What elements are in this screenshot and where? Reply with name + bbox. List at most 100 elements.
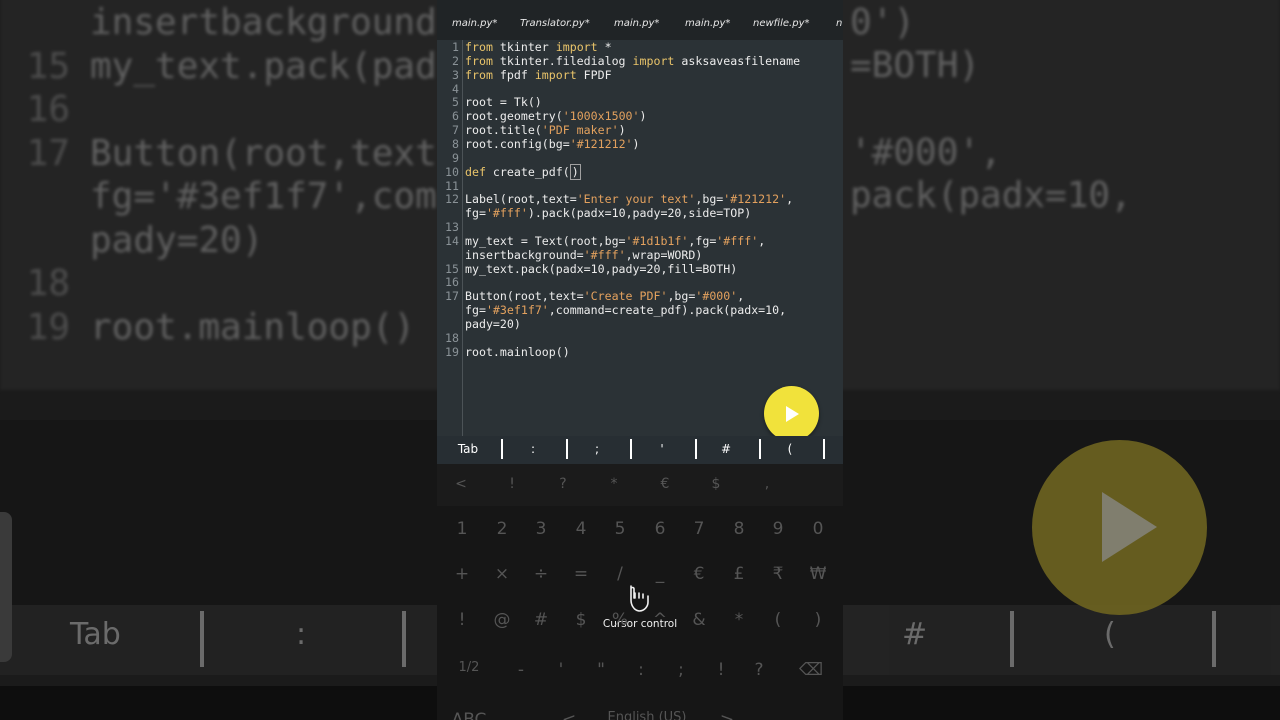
line-number: 12 bbox=[445, 192, 459, 207]
tab-file[interactable]: Translator.py* bbox=[520, 18, 590, 29]
bg-code-text-right: '#000', bbox=[850, 132, 1002, 173]
keyboard-key[interactable]: ! bbox=[492, 476, 532, 492]
symbol-separator bbox=[630, 439, 632, 459]
keyboard-key[interactable]: - bbox=[501, 660, 541, 680]
keyboard-key[interactable]: ÷ bbox=[521, 564, 561, 584]
keyboard-key[interactable]: 7 bbox=[679, 519, 719, 539]
code-token: my_text.pack(padx=10,pady=20,fill=BOTH) bbox=[465, 261, 738, 276]
keyboard-key[interactable]: 1/2 bbox=[449, 660, 489, 675]
bg-code-text: Button(root,text bbox=[90, 132, 437, 174]
symbol-separator bbox=[695, 439, 697, 459]
keyboard-key[interactable]: 4 bbox=[561, 519, 601, 539]
keyboard-key[interactable]: 3 bbox=[521, 519, 561, 539]
keyboard-key[interactable]: 1 bbox=[442, 519, 482, 539]
keyboard-key[interactable]: & bbox=[679, 610, 719, 630]
symbol-separator bbox=[823, 439, 825, 459]
keyboard-key[interactable]: ABC bbox=[449, 710, 489, 720]
symbol-key[interactable]: Tab bbox=[448, 442, 488, 456]
keyboard-key[interactable]: × bbox=[482, 564, 522, 584]
keyboard-key[interactable]: $ bbox=[696, 476, 736, 492]
keyboard-key[interactable]: ' bbox=[541, 660, 581, 680]
keyboard-key[interactable]: + bbox=[442, 564, 482, 584]
code-text: root.geometry('1000x1500') bbox=[465, 109, 647, 123]
keyboard-key[interactable]: / bbox=[600, 564, 640, 584]
keyboard-key[interactable]: ! bbox=[442, 610, 482, 630]
keyboard-key[interactable]: 9 bbox=[758, 519, 798, 539]
keyboard-key[interactable]: < bbox=[549, 710, 589, 720]
bg-code-line: 19 root.mainloop() bbox=[0, 307, 415, 348]
keyboard-key[interactable]: ₩ bbox=[798, 564, 838, 584]
keyboard-key[interactable]: = bbox=[561, 564, 601, 584]
keyboard-key[interactable]: ⌫ bbox=[791, 660, 831, 680]
keyboard-key[interactable]: ! bbox=[701, 660, 741, 680]
code-token: create_pdf( bbox=[485, 164, 570, 179]
keyboard-key[interactable]: $ bbox=[561, 610, 601, 630]
keyboard-key[interactable]: ; bbox=[661, 660, 701, 680]
code-token: ).pack(padx=10,pady=20,side=TOP) bbox=[527, 206, 752, 221]
keyboard-key[interactable]: 5 bbox=[600, 519, 640, 539]
tab-file[interactable]: newfile.py* bbox=[753, 18, 810, 29]
code-editor[interactable]: 1 from tkinter import * 2 from tkinter.file… bbox=[437, 40, 843, 436]
symbol-key[interactable]: ( bbox=[770, 442, 810, 456]
keyboard-key[interactable]: % bbox=[600, 610, 640, 630]
keyboard-key[interactable]: " bbox=[581, 660, 621, 680]
string-token: '#fff' bbox=[583, 247, 626, 262]
keyboard: Cursor control <!? * € $, 1 2 3 4 5 6 7 8 9 0 + × ÷ = / _ € £… bbox=[437, 464, 843, 720]
keyboard-key[interactable]: ₹ bbox=[758, 564, 798, 584]
keyboard-key[interactable]: 8 bbox=[719, 519, 759, 539]
keyboard-key[interactable]: * bbox=[594, 476, 634, 492]
keyboard-key[interactable]: ? bbox=[739, 660, 779, 680]
line-number: 1 bbox=[452, 40, 459, 54]
code-token: tkinter.filedialog bbox=[492, 53, 633, 68]
bg-separator bbox=[1212, 611, 1216, 667]
code-token: ) bbox=[569, 163, 581, 180]
bg-code-line: pady=20) bbox=[0, 220, 263, 261]
keyboard-key[interactable]: ) bbox=[798, 610, 838, 630]
keyboard-key[interactable]: ^ bbox=[640, 610, 680, 630]
keyboard-key[interactable]: @ bbox=[482, 610, 522, 630]
code-text: root.title('PDF maker') bbox=[465, 123, 626, 137]
bg-code-line: 17 Button(root,text bbox=[0, 133, 437, 174]
code-token: fpdf bbox=[492, 67, 535, 82]
keyboard-key[interactable]: ? bbox=[543, 476, 583, 492]
keyboard-key[interactable]: 6 bbox=[640, 519, 680, 539]
symbol-key[interactable]: : bbox=[513, 442, 553, 456]
run-button[interactable] bbox=[764, 386, 819, 441]
line-number: 14 bbox=[445, 233, 459, 248]
symbol-key[interactable]: ; bbox=[577, 442, 617, 456]
symbol-key[interactable]: ' bbox=[642, 442, 682, 456]
keyboard-key[interactable]: £ bbox=[719, 564, 759, 584]
symbol-bar: Tab:; ' # ( bbox=[437, 436, 843, 464]
string-token: '#000' bbox=[695, 289, 738, 304]
tab-file[interactable]: main.py* bbox=[685, 18, 730, 29]
keyword-token: from bbox=[465, 40, 493, 54]
line-number: 7 bbox=[452, 123, 459, 138]
keyboard-key[interactable]: English (US) bbox=[597, 710, 697, 720]
keyboard-key[interactable]: : bbox=[621, 660, 661, 680]
keyboard-key[interactable]: # bbox=[521, 610, 561, 630]
keyboard-key[interactable]: , bbox=[747, 476, 787, 492]
keyboard-key[interactable]: € bbox=[679, 564, 719, 584]
symbol-key[interactable]: # bbox=[706, 442, 746, 456]
keyboard-key[interactable]: 2 bbox=[482, 519, 522, 539]
keyboard-key[interactable]: € bbox=[645, 476, 685, 492]
bg-code-text: insertbackground bbox=[90, 2, 437, 43]
line-number: 3 bbox=[452, 67, 459, 82]
string-token: '#3ef1f7' bbox=[485, 303, 549, 318]
code-token: ,bg= bbox=[667, 289, 696, 304]
code-token: pady=20) bbox=[465, 317, 521, 331]
file-tabs: main.py* Translator.py* main.py* main.py* ne… bbox=[437, 0, 843, 40]
keyboard-key[interactable]: * bbox=[719, 610, 759, 630]
keyboard-key[interactable]: < bbox=[441, 476, 481, 492]
code-text: insertbackground='#fff',wrap=WORD) bbox=[465, 248, 702, 262]
keyboard-key[interactable]: . bbox=[787, 710, 827, 720]
tab-file[interactable]: main.py* bbox=[452, 18, 497, 29]
bg-code-line: 15 my_text.pack(pad bbox=[0, 46, 437, 87]
tab-file[interactable]: main.py* bbox=[614, 18, 659, 29]
tab-file[interactable]: n bbox=[836, 18, 842, 29]
keyboard-key[interactable]: ( bbox=[758, 610, 798, 630]
keyboard-key[interactable]: 0 bbox=[798, 519, 838, 539]
keyboard-key[interactable]: > bbox=[707, 710, 747, 720]
keyboard-key[interactable]: _ bbox=[640, 564, 680, 584]
keyword-token: import bbox=[555, 40, 598, 54]
